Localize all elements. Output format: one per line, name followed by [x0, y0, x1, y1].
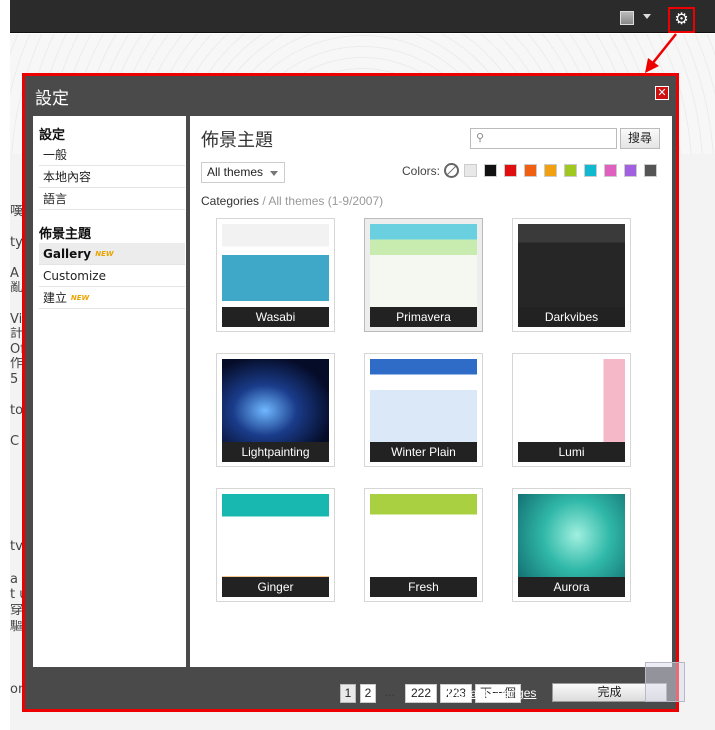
sidebar-heading-themes: 佈景主題: [39, 227, 92, 242]
sidebar-item-customize[interactable]: Customize: [39, 265, 185, 287]
settings-sidebar: 設定 一般 本地內容 語言 佈景主題 Gallery NEW Customize…: [33, 116, 186, 667]
theme-name: Wasabi: [222, 307, 329, 327]
search-input[interactable]: ⚲: [470, 128, 617, 149]
search-button[interactable]: 搜尋: [620, 128, 660, 149]
sidebar-item-gallery[interactable]: Gallery NEW: [39, 243, 185, 265]
theme-name: Darkvibes: [518, 307, 625, 327]
theme-card-aurora[interactable]: Aurora: [512, 488, 631, 602]
theme-card-lumi[interactable]: Lumi: [512, 353, 631, 467]
theme-filter-select[interactable]: All themes: [201, 162, 285, 183]
theme-name: Aurora: [518, 577, 625, 597]
no-color-filter-icon[interactable]: [444, 163, 459, 178]
color-swatch-light-gray[interactable]: [464, 164, 477, 177]
theme-name: Ginger: [222, 577, 329, 597]
color-swatch-purple[interactable]: [624, 164, 637, 177]
pager-ellipsis: ...: [385, 685, 396, 699]
filter-selected-value: All themes: [207, 165, 264, 179]
sidebar-item-general[interactable]: 一般: [39, 144, 185, 166]
theme-card-winter-plain[interactable]: Winter Plain: [364, 353, 483, 467]
sidebar-item-create[interactable]: 建立 NEW: [39, 287, 185, 309]
theme-gallery-panel: 佈景主題 ⚲ 搜尋 All themes Colors: Categories …: [190, 116, 672, 703]
new-badge: NEW: [70, 294, 90, 302]
page-2-button[interactable]: 2: [360, 684, 376, 703]
theme-card-primavera[interactable]: Primavera: [364, 218, 483, 332]
corner-decoration: [645, 662, 685, 702]
chevron-down-icon: [270, 171, 278, 176]
theme-name: Fresh: [370, 577, 477, 597]
theme-card-lightpainting[interactable]: Lightpainting: [216, 353, 335, 467]
settings-dialog: 設定 ✕ 設定 一般 本地內容 語言 佈景主題 Gallery NEW Cust…: [22, 73, 679, 712]
theme-card-wasabi[interactable]: Wasabi: [216, 218, 335, 332]
breadcrumb-categories[interactable]: Categories: [201, 194, 259, 208]
sidebar-item-label: 建立: [43, 291, 68, 305]
color-swatch-green[interactable]: [564, 164, 577, 177]
color-swatch-amber[interactable]: [544, 164, 557, 177]
breadcrumb-separator: /: [262, 194, 266, 208]
color-swatch-cyan[interactable]: [584, 164, 597, 177]
close-icon: ✕: [657, 87, 667, 99]
sidebar-item-language[interactable]: 語言: [39, 188, 185, 210]
theme-name: Lightpainting: [222, 442, 329, 462]
color-swatch-pink[interactable]: [604, 164, 617, 177]
page-1-button[interactable]: 1: [340, 684, 356, 703]
color-swatch-dark-gray[interactable]: [644, 164, 657, 177]
theme-name: Winter Plain: [370, 442, 477, 462]
theme-name: Lumi: [518, 442, 625, 462]
dialog-title: 設定: [35, 89, 69, 109]
theme-card-ginger[interactable]: Ginger: [216, 488, 335, 602]
page-title: 佈景主題: [201, 130, 273, 151]
colors-label: Colors:: [402, 164, 441, 178]
sidebar-heading-settings: 設定: [39, 128, 66, 143]
theme-card-fresh[interactable]: Fresh: [364, 488, 483, 602]
search-icon: ⚲: [476, 132, 485, 144]
theme-card-darkvibes[interactable]: Darkvibes: [512, 218, 631, 332]
sidebar-item-local-content[interactable]: 本地內容: [39, 166, 185, 188]
breadcrumb: Categories / All themes (1-9/2007): [201, 194, 383, 208]
color-swatch-black[interactable]: [484, 164, 497, 177]
theme-name: Primavera: [370, 307, 477, 327]
color-swatch-red[interactable]: [504, 164, 517, 177]
sidebar-item-label: Gallery: [43, 247, 92, 261]
discard-changes-link[interactable]: Discard changes: [447, 686, 536, 700]
color-swatch-orange[interactable]: [524, 164, 537, 177]
breadcrumb-current: All themes (1-9/2007): [268, 194, 384, 208]
page-222-button[interactable]: 222: [405, 684, 437, 703]
sidebar-item-label: Customize: [43, 269, 106, 283]
close-button[interactable]: ✕: [655, 86, 669, 100]
new-badge: NEW: [95, 250, 114, 258]
